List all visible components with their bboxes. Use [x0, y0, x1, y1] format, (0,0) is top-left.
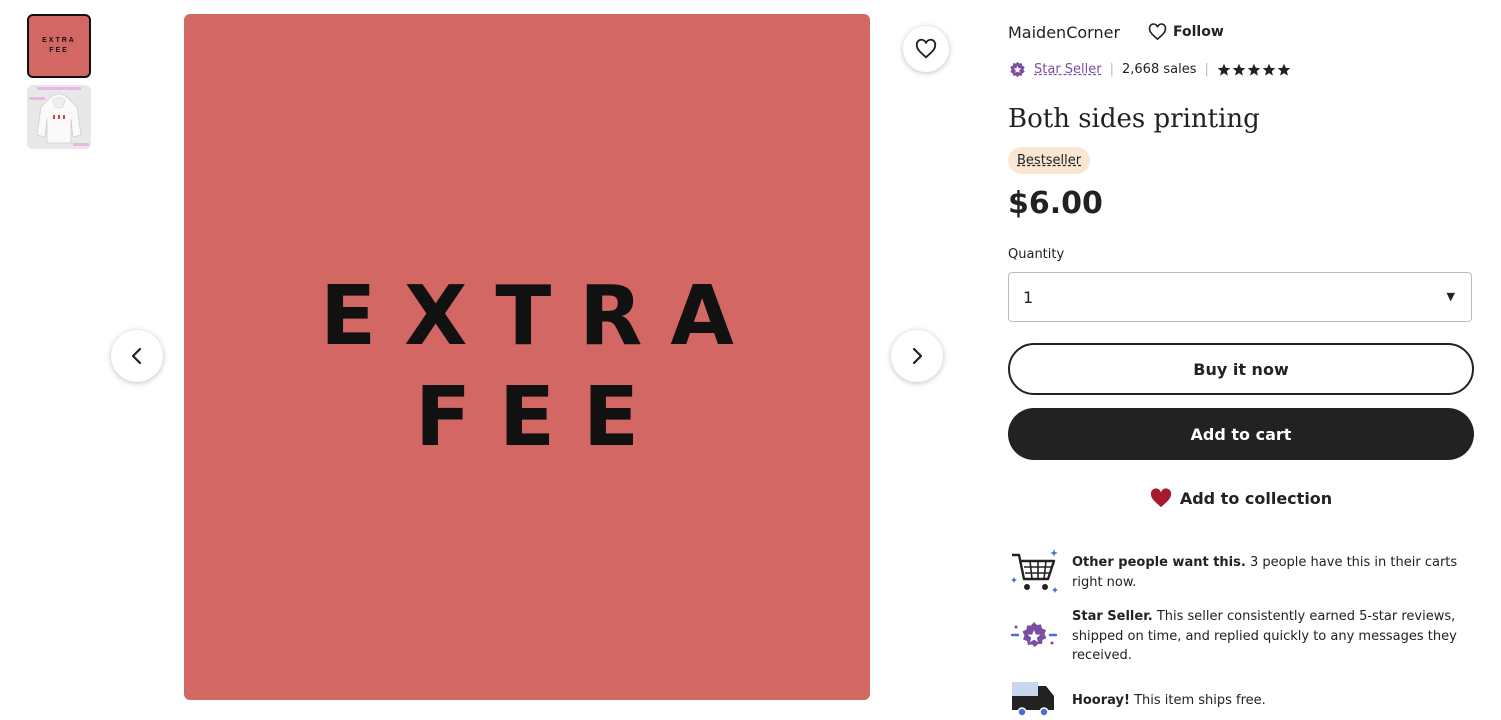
- star-icon: [1262, 63, 1276, 76]
- next-image-button[interactable]: [891, 330, 943, 382]
- highlight-carts-bold: Other people want this.: [1072, 555, 1246, 570]
- seller-stats-row: Star Seller | 2,668 sales |: [1009, 61, 1291, 78]
- main-image-line2: FEE: [414, 370, 668, 465]
- buy-it-now-button[interactable]: Buy it now: [1008, 343, 1474, 395]
- thumbnail-hoodie[interactable]: [27, 85, 91, 149]
- highlight-free-shipping: Hooray! This item ships free.: [1072, 691, 1472, 711]
- highlight-carts: Other people want this. 3 people have th…: [1072, 553, 1472, 592]
- thumbnail-text: FEE: [49, 47, 69, 54]
- hoodie-image: [27, 85, 91, 149]
- star-icon: [1277, 63, 1291, 76]
- star-seller-badge-icon: [1010, 61, 1025, 78]
- highlight-star-seller: Star Seller. This seller consistently ea…: [1072, 607, 1472, 666]
- truck-icon: [1012, 682, 1054, 717]
- chevron-left-icon: [131, 347, 142, 365]
- divider: |: [1204, 62, 1209, 77]
- star-icon: [1217, 63, 1231, 76]
- main-image-line1: EXTRA: [320, 269, 762, 364]
- thumbnail-extra-fee[interactable]: EXTRA FEE: [27, 14, 91, 78]
- main-product-image: EXTRA FEE: [184, 14, 870, 700]
- cart-icon: [1011, 549, 1058, 593]
- quantity-label: Quantity: [1008, 247, 1065, 262]
- caret-down-icon: ▼: [1446, 290, 1455, 303]
- add-to-collection-label: Add to collection: [1179, 488, 1333, 508]
- star-seller-link[interactable]: Star Seller: [1034, 62, 1102, 77]
- divider: |: [1109, 62, 1114, 77]
- star-seller-icon: [1010, 622, 1058, 647]
- follow-button[interactable]: Follow: [1148, 23, 1224, 41]
- listing-title: Both sides printing: [1008, 104, 1260, 134]
- previous-image-button[interactable]: [111, 330, 163, 382]
- star-icon: [1247, 63, 1261, 76]
- shop-name-link[interactable]: MaidenCorner: [1008, 23, 1120, 42]
- thumbnail-text: EXTRA: [42, 37, 76, 44]
- quantity-value: 1: [1023, 288, 1034, 307]
- add-to-cart-button[interactable]: Add to cart: [1008, 408, 1474, 460]
- heart-outline-icon: [1148, 23, 1167, 41]
- highlight-free-shipping-bold: Hooray!: [1072, 693, 1130, 708]
- quantity-select[interactable]: 1 ▼: [1008, 272, 1472, 322]
- price: $6.00: [1008, 186, 1103, 221]
- add-to-collection-button[interactable]: Add to collection: [1008, 472, 1474, 524]
- chevron-right-icon: [912, 347, 923, 365]
- heart-outline-icon: [915, 38, 937, 59]
- follow-label: Follow: [1173, 24, 1224, 40]
- heart-filled-icon: [1150, 488, 1171, 508]
- star-icon: [1232, 63, 1246, 76]
- favorite-button[interactable]: [903, 26, 949, 72]
- highlight-free-shipping-text: This item ships free.: [1129, 693, 1266, 708]
- highlight-star-seller-bold: Star Seller.: [1072, 609, 1153, 624]
- sales-count: 2,668 sales: [1122, 62, 1197, 77]
- rating-stars[interactable]: [1217, 63, 1291, 77]
- bestseller-badge[interactable]: Bestseller: [1008, 147, 1091, 174]
